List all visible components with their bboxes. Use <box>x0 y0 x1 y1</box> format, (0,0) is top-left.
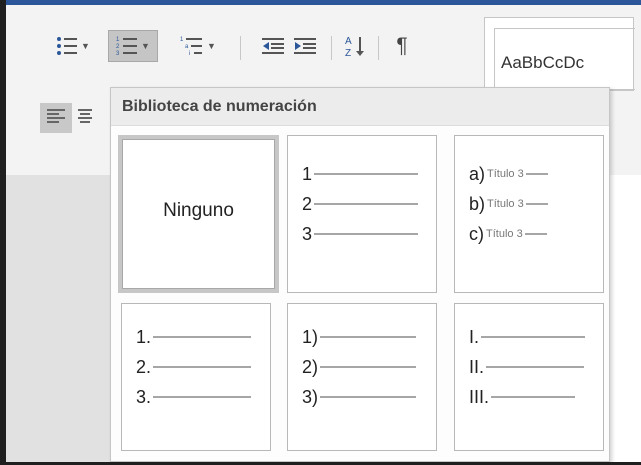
sample-line <box>153 396 252 398</box>
toolbar-separator <box>378 36 379 60</box>
document-gutter <box>6 175 110 462</box>
number-label: 2 <box>302 193 313 214</box>
sample-line <box>486 366 585 368</box>
increase-indent-icon <box>294 36 318 56</box>
align-center-button[interactable] <box>78 108 92 129</box>
chevron-down-icon[interactable]: ▼ <box>207 41 216 51</box>
numbering-format-letters-heading[interactable]: a) Título 3 b) Título 3 c) Título 3 <box>454 135 604 293</box>
numbering-format-numbers-period[interactable]: 1. 2. 3. <box>121 303 271 451</box>
svg-text:Z: Z <box>345 48 351 58</box>
decrease-indent-icon <box>262 36 286 56</box>
list-item: I. <box>469 325 586 349</box>
sample-line <box>320 366 417 368</box>
number-label: 1. <box>136 326 152 347</box>
list-item: 1) <box>302 325 417 349</box>
svg-text:i: i <box>189 51 190 56</box>
number-label: I. <box>469 326 480 347</box>
list-item: c) Título 3 <box>469 222 547 246</box>
list-item: 2. <box>136 355 252 379</box>
list-item: 3) <box>302 385 417 409</box>
sample-line <box>314 203 419 205</box>
sample-line <box>320 336 417 338</box>
number-label: a) <box>469 163 486 184</box>
number-label: c) <box>469 223 484 244</box>
numbering-format-numbers[interactable]: 1 2 3 <box>287 135 437 293</box>
sort-button[interactable]: A Z <box>338 30 372 62</box>
svg-text:a: a <box>185 44 189 50</box>
multilevel-list-button[interactable]: 1 a i ▼ <box>170 30 226 62</box>
list-item: II. <box>469 355 585 379</box>
sample-line <box>481 336 586 338</box>
list-item: a) Título 3 <box>469 162 548 186</box>
list-item: 1. <box>136 325 252 349</box>
numbering-library-dropdown: Biblioteca de numeración Ninguno 1 2 3 a… <box>110 87 610 462</box>
list-item: III. <box>469 385 576 409</box>
sample-line <box>153 336 252 338</box>
sample-line <box>524 233 547 235</box>
sample-line <box>525 203 548 205</box>
list-item: 3. <box>136 385 252 409</box>
bullets-button[interactable]: ▼ <box>46 30 100 62</box>
numbering-library-title: Biblioteca de numeración <box>111 88 609 126</box>
style-preview-text: AaBbCcDc <box>501 53 585 72</box>
numbering-format-none[interactable]: Ninguno <box>118 135 279 293</box>
heading-style-label: Título 3 <box>487 168 524 180</box>
number-label: 3 <box>302 223 313 244</box>
number-label: 1 <box>302 163 313 184</box>
list-item: 2) <box>302 355 417 379</box>
sample-line <box>525 173 548 175</box>
numbering-none-label: Ninguno <box>163 200 234 221</box>
styles-gallery[interactable]: AaBbCcDc <box>484 17 635 91</box>
chevron-down-icon[interactable]: ▼ <box>141 41 150 51</box>
number-label: II. <box>469 356 485 377</box>
number-label: b) <box>469 193 486 214</box>
list-item: b) Título 3 <box>469 192 548 216</box>
bullet-list-icon <box>56 36 78 56</box>
number-label: 1) <box>302 326 319 347</box>
style-preview-normal[interactable]: AaBbCcDc <box>494 28 635 90</box>
numbering-format-numbers-paren[interactable]: 1) 2) 3) <box>287 303 437 451</box>
number-label: 3. <box>136 386 152 407</box>
svg-text:1: 1 <box>116 37 120 43</box>
show-paragraph-marks-button[interactable]: ¶ <box>386 30 418 62</box>
svg-text:2: 2 <box>116 44 120 50</box>
list-item: 3 <box>302 222 419 246</box>
toolbar-separator <box>240 36 241 60</box>
numbering-button[interactable]: 1 2 3 ▼ <box>108 30 158 62</box>
numbered-list-icon: 1 2 3 <box>116 36 138 56</box>
align-left-button[interactable] <box>40 103 72 133</box>
heading-style-label: Título 3 <box>487 198 524 210</box>
sample-line <box>314 173 419 175</box>
svg-text:A: A <box>345 36 352 47</box>
heading-style-label: Título 3 <box>486 228 523 240</box>
decrease-indent-button[interactable] <box>258 30 290 62</box>
list-item: 1 <box>302 162 419 186</box>
sample-line <box>491 396 576 398</box>
pilcrow-icon: ¶ <box>396 34 408 57</box>
svg-text:3: 3 <box>116 51 120 56</box>
sort-az-icon: A Z <box>344 34 366 58</box>
sample-line <box>314 233 419 235</box>
increase-indent-button[interactable] <box>290 30 322 62</box>
svg-text:1: 1 <box>180 37 184 43</box>
numbering-format-roman[interactable]: I. II. III. <box>454 303 604 451</box>
number-label: 3) <box>302 386 319 407</box>
sample-line <box>153 366 252 368</box>
multilevel-list-icon: 1 a i <box>180 36 204 56</box>
list-item: 2 <box>302 192 419 216</box>
number-label: III. <box>469 386 490 407</box>
toolbar-separator <box>331 36 332 60</box>
align-left-icon <box>47 108 65 129</box>
sample-line <box>320 396 417 398</box>
align-center-icon <box>78 109 92 128</box>
number-label: 2) <box>302 356 319 377</box>
chevron-down-icon[interactable]: ▼ <box>81 41 90 51</box>
number-label: 2. <box>136 356 152 377</box>
